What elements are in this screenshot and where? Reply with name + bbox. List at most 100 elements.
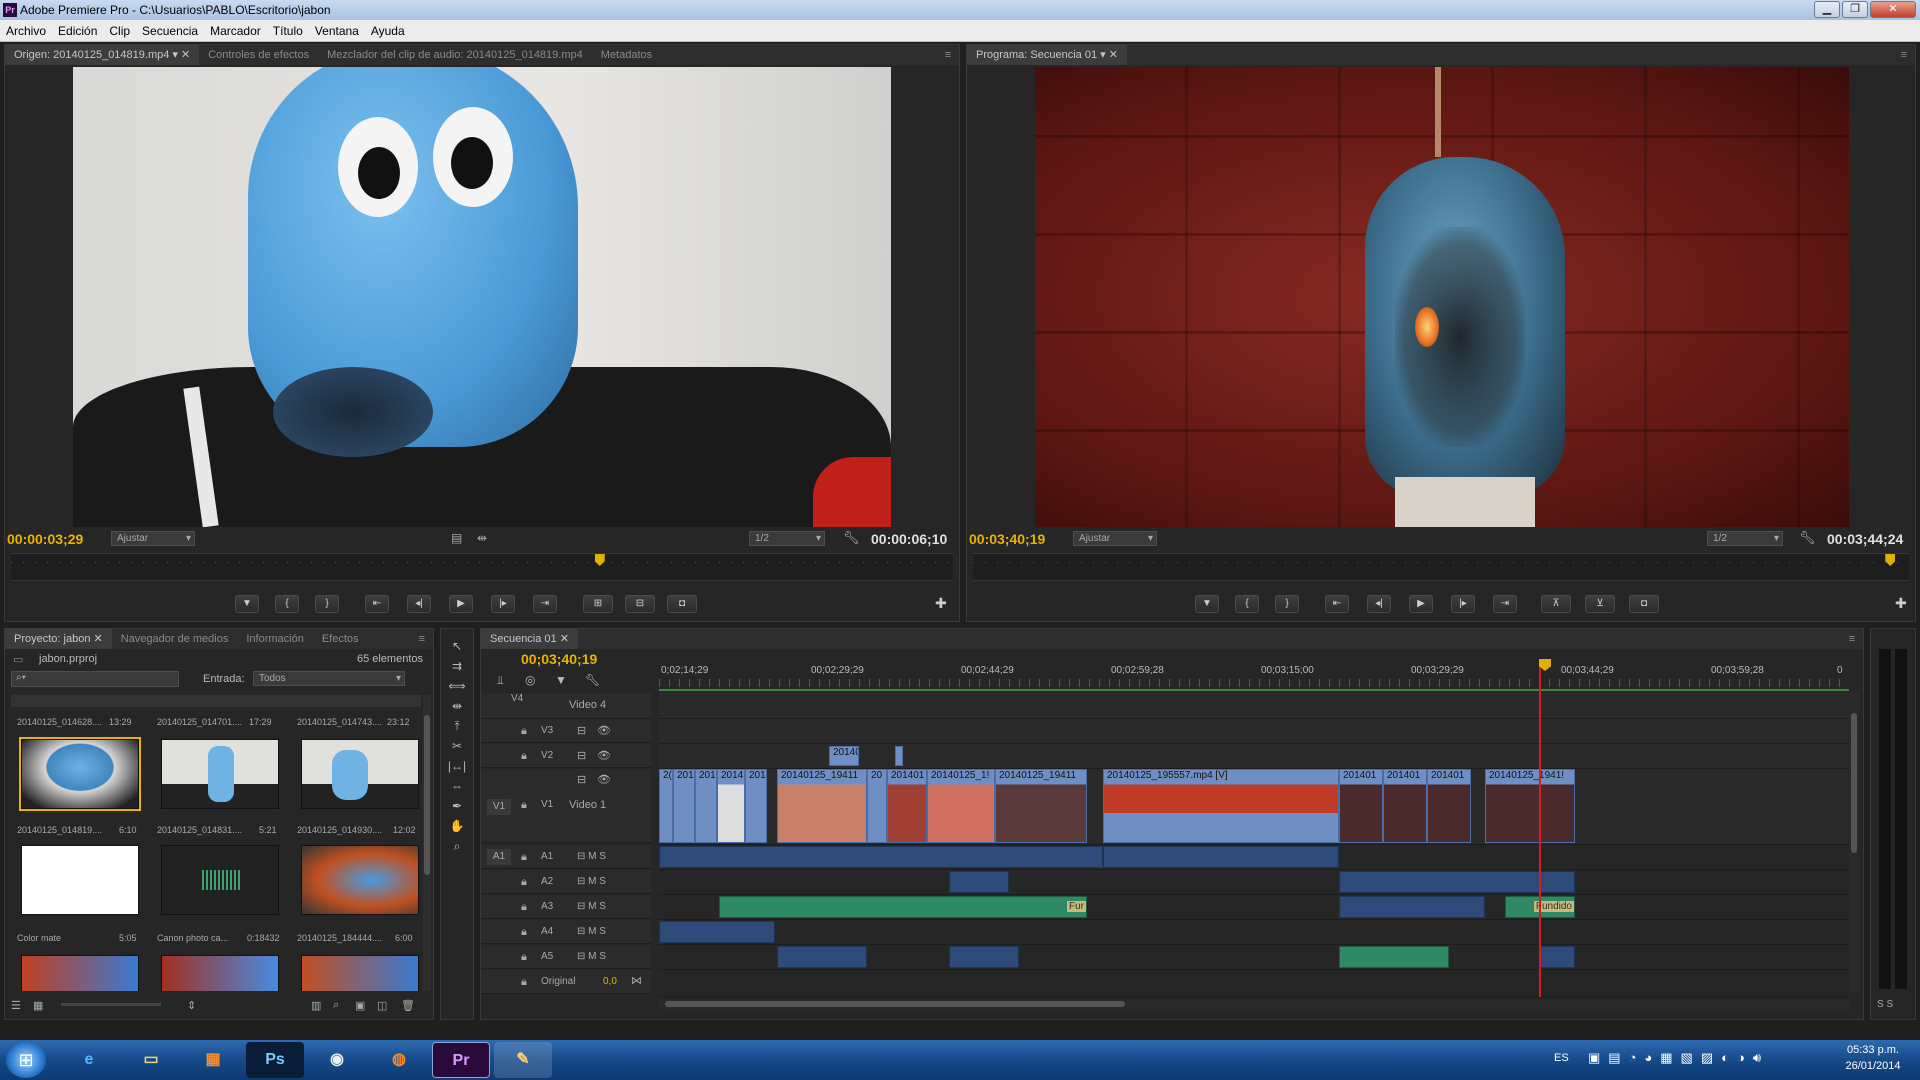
eye-icon[interactable]: 👁︎: [597, 749, 611, 762]
project-thumbnail[interactable]: [301, 739, 419, 809]
maximize-button[interactable]: ❐: [1842, 1, 1868, 18]
step-forward-button[interactable]: |▸: [491, 595, 515, 613]
ripple-edit-tool-icon[interactable]: ⟺: [447, 677, 467, 695]
track-a2[interactable]: [659, 870, 1849, 895]
project-thumbnail-color-matte[interactable]: [21, 845, 139, 915]
menu-ayuda[interactable]: Ayuda: [365, 20, 411, 42]
track-area[interactable]: 20140 2( 201 201 2014 201 20140125_19411…: [659, 663, 1849, 1003]
sync-icon[interactable]: ⊟: [577, 749, 586, 762]
timeline-clip[interactable]: 201401: [1383, 769, 1427, 843]
track-header-a2[interactable]: 🔒︎ A2 ⊟ M S: [481, 870, 651, 894]
project-input-dropdown[interactable]: Todos: [253, 671, 405, 686]
mute-button[interactable]: ⊟ M S: [577, 901, 606, 912]
project-item-name[interactable]: 20140125_014930....: [297, 825, 382, 835]
source-button-editor-plus[interactable]: ✚: [935, 595, 947, 612]
timeline-clip[interactable]: 2(: [659, 769, 673, 843]
track-v1[interactable]: 2( 201 201 2014 201 20140125_19411 20 20…: [659, 769, 1849, 845]
mute-button[interactable]: ⊟ M S: [577, 876, 606, 887]
minimize-button[interactable]: ▁: [1814, 1, 1840, 18]
timeline-playhead-line[interactable]: [1539, 663, 1541, 997]
program-add-marker-button[interactable]: ▼: [1195, 595, 1219, 613]
automate-icon[interactable]: ▥: [311, 999, 321, 1012]
program-mark-in-button[interactable]: {: [1235, 595, 1259, 613]
source-insert-icon[interactable]: ▤: [451, 531, 462, 545]
tab-effect-controls[interactable]: Controles de efectos: [199, 45, 318, 65]
track-v3[interactable]: [659, 719, 1849, 744]
timeline-audio-clip[interactable]: [949, 946, 1019, 968]
photoshop-icon[interactable]: Ps: [246, 1042, 304, 1078]
overwrite-button[interactable]: ⊟: [625, 595, 655, 613]
clock-time[interactable]: 05:33 p.m.: [1838, 1044, 1908, 1056]
track-header-v2[interactable]: 🔒︎ V2 ⊟ 👁︎: [481, 744, 651, 768]
project-scrollbar[interactable]: [423, 695, 431, 991]
project-thumbnail-audio[interactable]: [161, 845, 279, 915]
lift-button[interactable]: ⊼: [1541, 595, 1571, 613]
pen-tool-icon[interactable]: ✒: [447, 797, 467, 815]
hand-tool-icon[interactable]: ✋: [447, 817, 467, 835]
tab-project[interactable]: Proyecto: jabon ✕: [5, 629, 112, 649]
program-playhead[interactable]: [1885, 554, 1896, 566]
timeline-vertical-scrollbar-thumb[interactable]: [1851, 713, 1857, 853]
timeline-audio-clip[interactable]: [1103, 846, 1339, 868]
project-thumbnail[interactable]: [161, 955, 279, 991]
new-bin-icon[interactable]: ▣: [355, 999, 365, 1012]
tab-sequence[interactable]: Secuencia 01 ✕: [481, 629, 578, 649]
system-tray-icons[interactable]: ▣▤◔◕▦▧▨◐◑🔊︎: [1588, 1050, 1769, 1066]
master-volume[interactable]: 0,0: [603, 976, 617, 987]
list-view-icon[interactable]: ☰: [11, 999, 21, 1012]
source-settings-wrench-icon[interactable]: 🔧︎: [843, 530, 860, 546]
lock-icon[interactable]: 🔒︎: [521, 876, 527, 889]
timeline-clip[interactable]: 201401: [1427, 769, 1471, 843]
source-resolution-dropdown[interactable]: 1/2: [749, 531, 825, 546]
source-patch-a1[interactable]: A1: [487, 849, 511, 865]
export-frame-button[interactable]: ◘: [667, 595, 697, 613]
track-header-v4[interactable]: V4 Video 4: [481, 693, 651, 719]
source-scrubber[interactable]: [11, 553, 953, 581]
extract-button[interactable]: ⊻: [1585, 595, 1615, 613]
zoom-tool-icon[interactable]: ⌕: [447, 837, 467, 855]
project-thumbnail[interactable]: [301, 845, 419, 915]
menu-marcador[interactable]: Marcador: [204, 20, 267, 42]
track-a5[interactable]: [659, 945, 1849, 970]
project-search-input[interactable]: ⌕▾: [11, 671, 179, 687]
timeline-clip[interactable]: 201: [695, 769, 717, 843]
snap-icon[interactable]: ⫫: [497, 673, 504, 688]
project-item-name[interactable]: 20140125_014628....: [17, 717, 102, 727]
timeline-vertical-scrollbar[interactable]: [1849, 693, 1859, 993]
source-drag-icon[interactable]: ⇹: [477, 531, 487, 545]
new-item-icon[interactable]: ◫: [377, 999, 387, 1012]
lock-icon[interactable]: 🔒︎: [521, 799, 527, 812]
track-header-master[interactable]: 🔒︎ Original 0,0 ⋈: [481, 970, 651, 994]
program-settings-wrench-icon[interactable]: 🔧︎: [1799, 530, 1816, 546]
timeline-clip[interactable]: 201401: [887, 769, 927, 843]
source-current-timecode[interactable]: 00:00:03;29: [7, 531, 83, 547]
project-thumbnail[interactable]: [161, 739, 279, 809]
mark-in-button[interactable]: {: [275, 595, 299, 613]
program-panel-menu-icon[interactable]: ≡: [1901, 45, 1907, 65]
timeline-clip[interactable]: 20: [867, 769, 887, 843]
tab-metadata[interactable]: Metadatos: [592, 45, 661, 65]
project-item-name[interactable]: Color mate: [17, 933, 61, 943]
tab-media-browser[interactable]: Navegador de medios: [112, 629, 238, 649]
timeline-audio-clip[interactable]: [1339, 896, 1485, 918]
timeline-clip[interactable]: 201: [673, 769, 695, 843]
program-fit-dropdown[interactable]: Ajustar: [1073, 531, 1157, 546]
timeline-clip[interactable]: 20140125_195557.mp4 [V]: [1103, 769, 1339, 843]
solo-buttons[interactable]: S S: [1877, 999, 1893, 1010]
eye-icon[interactable]: 👁︎: [597, 773, 611, 786]
timeline-clip[interactable]: [895, 746, 903, 766]
mute-button[interactable]: ⊟ M S: [577, 926, 606, 937]
timeline-clip[interactable]: 2014: [717, 769, 745, 843]
tab-info[interactable]: Información: [237, 629, 312, 649]
language-indicator[interactable]: ES: [1554, 1052, 1569, 1064]
source-patch-v1[interactable]: V1: [487, 799, 511, 815]
control-panel-icon[interactable]: ▦: [184, 1042, 242, 1078]
master-end-icon[interactable]: ⋈: [631, 974, 642, 987]
program-mark-out-button[interactable]: }: [1275, 595, 1299, 613]
go-to-in-button[interactable]: ⇤: [365, 595, 389, 613]
add-marker-icon[interactable]: ▼: [555, 673, 567, 687]
tab-effects[interactable]: Efectos: [313, 629, 368, 649]
program-step-forward-button[interactable]: |▸: [1451, 595, 1475, 613]
add-marker-button[interactable]: ▼: [235, 595, 259, 613]
slide-tool-icon[interactable]: ⇔: [447, 777, 467, 795]
